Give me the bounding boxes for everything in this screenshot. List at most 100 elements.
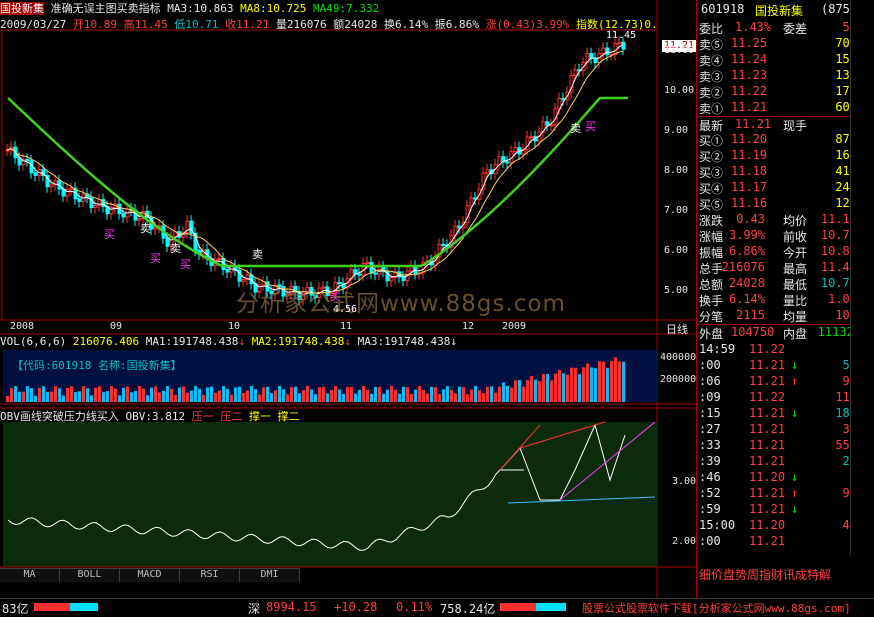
- volume-bar: [202, 394, 205, 402]
- volume-bar: [554, 373, 557, 402]
- side-bottom-tabs-text[interactable]: 细价盘势周指财讯成特解: [699, 566, 831, 583]
- market-label: 深: [248, 602, 261, 616]
- ma3-value: MA3:10.863: [167, 2, 234, 15]
- candle: [373, 272, 378, 275]
- period-label[interactable]: 日线: [666, 321, 688, 337]
- volume-bar: [162, 390, 165, 402]
- volume-bar: [94, 387, 97, 402]
- volume-bar: [50, 391, 53, 402]
- price-tick: 8.00: [664, 165, 689, 176]
- volume-bar: [178, 387, 181, 402]
- tick-arrow: ↓: [791, 502, 799, 516]
- ma3-line: [6, 44, 624, 296]
- tab-rsi[interactable]: RSI: [180, 568, 240, 582]
- ask-price: 11.23: [731, 68, 768, 82]
- tick-time: :09: [699, 390, 721, 404]
- tick-row: :0011.21↓53: [697, 358, 861, 374]
- volume-bar: [558, 369, 561, 402]
- stat-label: 换手: [699, 294, 724, 308]
- volume-bar: [622, 361, 625, 402]
- volume-bar: [586, 363, 589, 402]
- tick-time: :33: [699, 438, 721, 452]
- volume-bar: [290, 387, 293, 402]
- volume-bar: [362, 386, 365, 402]
- price-frame: [1, 29, 658, 321]
- tab-dmi[interactable]: DMI: [240, 568, 300, 582]
- turnover-value: 换6.14%: [383, 18, 429, 31]
- volume-bar: [46, 391, 49, 402]
- volume-bar: [426, 393, 429, 402]
- stat-label-2: 最高: [783, 262, 808, 276]
- tick-price: 11.20: [749, 470, 786, 484]
- tick-row: :5911.21↓6: [697, 502, 861, 518]
- volume-bar: [30, 388, 33, 402]
- volume-bar: [370, 393, 373, 402]
- obv-name: OBV画线突破压力线买入: [0, 410, 119, 423]
- tick-time: :52: [699, 486, 721, 500]
- volume-bar: [430, 386, 433, 402]
- volume-bar: [10, 388, 13, 402]
- open-value: 开10.89: [72, 18, 117, 31]
- volume-bar: [474, 386, 477, 402]
- price-tick: 10.00: [664, 85, 695, 96]
- ask-label: 卖⑤: [699, 38, 724, 52]
- tab-ma[interactable]: MA: [0, 568, 60, 582]
- side-bottom-tabs[interactable]: 细价盘势周指财讯成特解: [697, 566, 874, 582]
- candle: [69, 187, 74, 191]
- vol-ma1: MA1:191748.438: [145, 335, 239, 348]
- last-value: 11.21: [735, 117, 772, 131]
- ask-price: 11.24: [731, 52, 768, 66]
- volume-bar: [82, 386, 85, 402]
- candle: [121, 213, 126, 218]
- candle: [225, 268, 230, 273]
- vol-value: 216076.406: [72, 335, 140, 348]
- volume-bar: [38, 388, 41, 402]
- volume-value: 量216076: [275, 18, 327, 31]
- candle: [529, 136, 534, 139]
- tick-arrow: ↓: [791, 358, 799, 372]
- candle: [605, 47, 610, 56]
- index-value-bottom: 8994.15: [266, 600, 317, 614]
- candle: [365, 262, 370, 265]
- ad-text[interactable]: 股票公式股票软件下载[分析家公式网www.88gs.com]: [582, 600, 851, 616]
- stat-value: 2115: [736, 308, 765, 322]
- volume-bar: [18, 391, 21, 402]
- tick-row: 14:5911.229: [697, 342, 861, 358]
- outer-label: 外盘: [699, 327, 724, 341]
- volume-bar: [606, 368, 609, 402]
- tick-time: :59: [699, 502, 721, 516]
- buy-signal: 买: [104, 228, 115, 241]
- vol-ma2: MA2:191748.438: [251, 335, 345, 348]
- price-tick: 9.00: [664, 125, 689, 136]
- volume-bar: [266, 386, 269, 402]
- volume-bar: [410, 393, 413, 402]
- volume-bar: [26, 386, 29, 402]
- volume-bar: [550, 380, 553, 402]
- volume-bar: [166, 386, 169, 402]
- stock-code: 601918: [701, 2, 745, 16]
- volume-bar: [382, 393, 385, 402]
- volume-bar: [458, 386, 461, 402]
- volume-bar: [462, 387, 465, 402]
- left-value: 83亿: [2, 602, 29, 616]
- volume-bar: [218, 390, 221, 402]
- date-tick: 09: [110, 321, 123, 332]
- volume-bar: [446, 386, 449, 402]
- volume-bar: [366, 389, 369, 402]
- header-line1: 国投新集 准确无误主图买卖指标 MA3:10.863 MA8:10.725 MA…: [0, 0, 660, 16]
- webi-label: 委比: [699, 22, 724, 36]
- volume-bar: [598, 361, 601, 402]
- volume-bar: [338, 389, 341, 402]
- stat-row: 涨跌 0.43 均价 11.12: [697, 212, 861, 228]
- volume-bar: [250, 386, 253, 402]
- volume-bar: [86, 388, 89, 402]
- candle: [549, 124, 554, 127]
- tick-time: 14:59: [699, 342, 736, 356]
- tab-boll[interactable]: BOLL: [60, 568, 120, 582]
- stat-label-2: 今开: [783, 246, 808, 260]
- side-scrollbar[interactable]: [850, 0, 862, 555]
- ask-row: 卖② 11.22 175: [697, 84, 861, 100]
- tab-macd[interactable]: MACD: [120, 568, 180, 582]
- volume-bar: [298, 393, 301, 402]
- volume-bar: [570, 367, 573, 402]
